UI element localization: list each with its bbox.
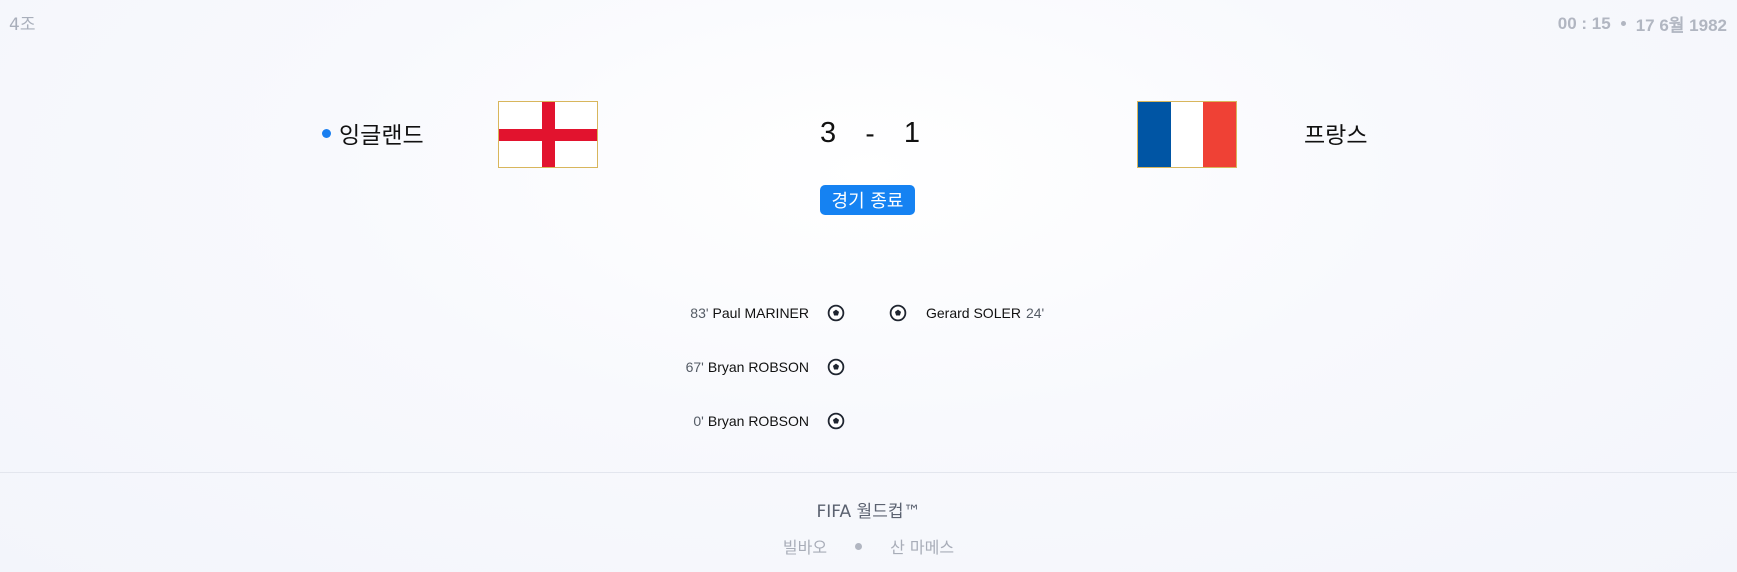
away-goal-row: Gerard SOLER 24' <box>926 305 1048 321</box>
goal-scorer: Gerard SOLER <box>926 305 1021 321</box>
away-team-name: 프랑스 <box>1304 123 1368 149</box>
score-separator: - <box>865 117 875 149</box>
home-goal-row: 83' Paul MARINER <box>690 305 809 321</box>
away-score: 1 <box>903 117 920 149</box>
soccer-ball-icon <box>827 304 845 322</box>
goal-scorer: Bryan ROBSON <box>707 359 809 375</box>
home-score: 3 <box>820 117 837 149</box>
match-datetime: 00 : 15 17 6월 1982 <box>1558 11 1727 36</box>
france-flag-icon <box>1137 101 1237 168</box>
group-label: 4조 <box>9 15 36 35</box>
england-flag-icon <box>498 101 598 168</box>
match-status-badge: 경기 종료 <box>820 185 915 215</box>
goal-minute: 83' <box>690 305 709 321</box>
away-team[interactable]: 프랑스 <box>1304 116 1367 150</box>
venue-stadium: 산 마메스 <box>890 538 955 557</box>
goal-minute: 0' <box>693 413 704 429</box>
goal-scorer: Paul MARINER <box>712 305 809 321</box>
separator-dot <box>855 542 863 550</box>
goal-minute: 24' <box>1025 305 1045 321</box>
venue-city: 빌바오 <box>782 538 828 557</box>
venue-info: 빌바오 산 마메스 <box>0 534 1737 558</box>
scoreboard: 3 - 1 <box>820 117 920 150</box>
home-team[interactable]: 잉글랜드 <box>322 116 424 150</box>
soccer-ball-icon <box>827 412 845 430</box>
home-team-name: 잉글랜드 <box>339 123 424 149</box>
competition-name[interactable]: FIFA 월드컵™ <box>0 497 1737 522</box>
home-indicator-dot <box>322 128 331 138</box>
separator-dot <box>1620 21 1626 26</box>
soccer-ball-icon <box>827 358 845 376</box>
match-time: 00 : 15 <box>1557 13 1611 33</box>
goal-minute: 67' <box>685 359 704 375</box>
home-goal-row: 0' Bryan ROBSON <box>693 413 809 429</box>
footer-divider <box>0 472 1737 473</box>
match-date: 17 6월 1982 <box>1635 16 1727 35</box>
home-goal-row: 67' Bryan ROBSON <box>686 359 809 375</box>
soccer-ball-icon <box>889 304 907 322</box>
goal-scorer: Bryan ROBSON <box>707 413 809 429</box>
